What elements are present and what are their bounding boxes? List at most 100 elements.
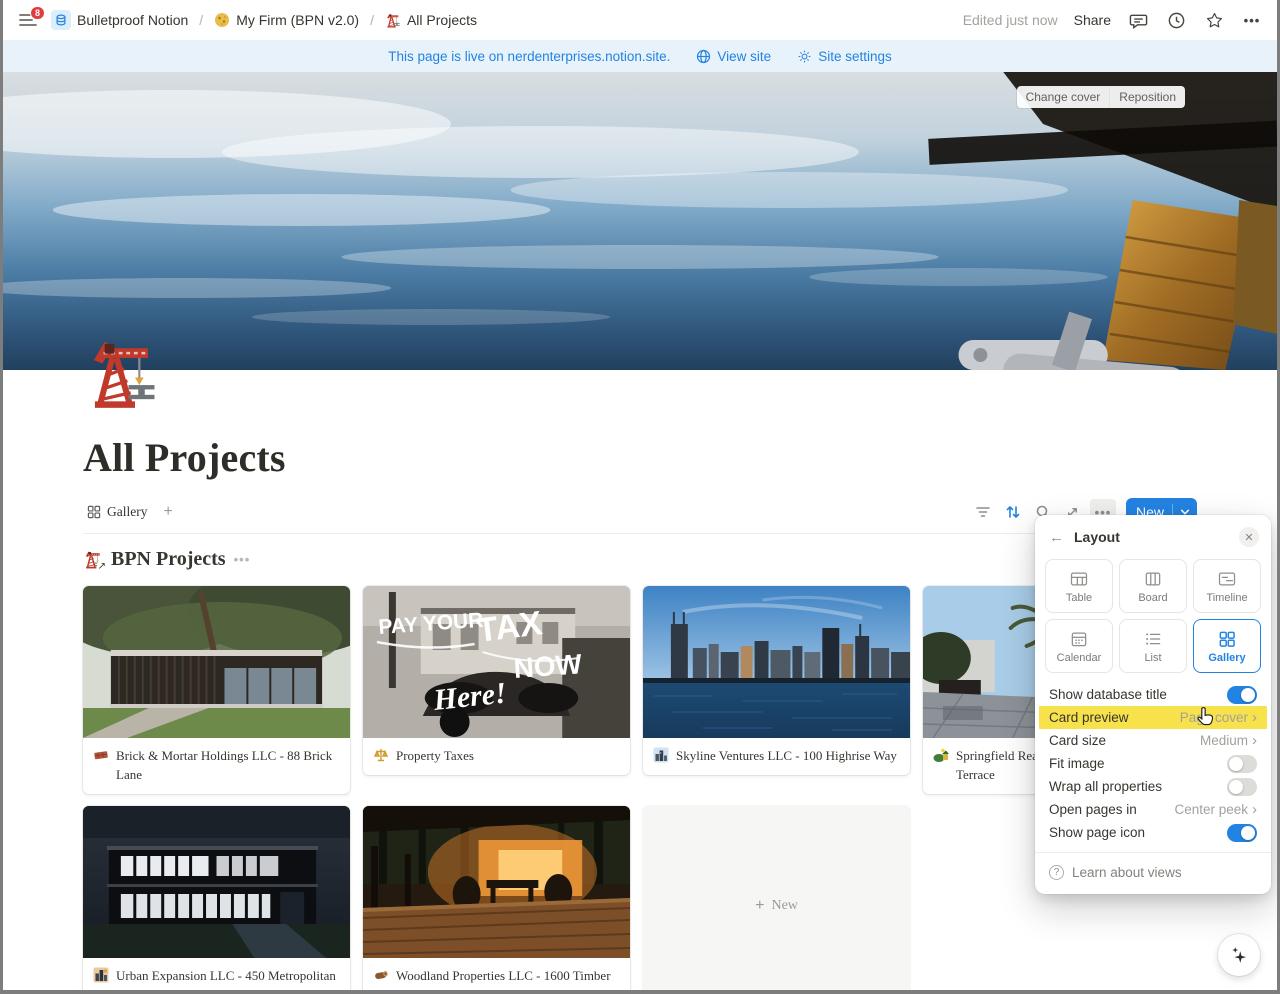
site-settings-label: Site settings: [818, 48, 892, 64]
gallery-card-woodland[interactable]: Woodland Properties LLC - 1600 Timber Cr…: [363, 806, 630, 990]
toggle-show-database-title-on[interactable]: [1227, 685, 1257, 704]
option-label: Wrap all properties: [1049, 779, 1163, 794]
reposition-button[interactable]: Reposition: [1109, 86, 1185, 108]
table-icon: [1070, 572, 1088, 585]
chevron-right-icon: ›: [1252, 732, 1257, 749]
edited-status: Edited just now: [962, 12, 1058, 28]
layout-option-table[interactable]: Table: [1045, 559, 1113, 613]
scales-icon: [373, 749, 389, 762]
option-fit-image[interactable]: Fit image: [1035, 752, 1271, 775]
breadcrumb-item-workspace[interactable]: Bulletproof Notion: [47, 8, 192, 32]
layout-option-timeline[interactable]: Timeline: [1193, 559, 1261, 613]
collection-toolbar: Gallery + ••• New: [83, 497, 1197, 527]
cover-buttons: Change cover Reposition: [1016, 86, 1185, 108]
breadcrumb-item-my-firm[interactable]: My Firm (BPN v2.0): [210, 10, 363, 30]
breadcrumb-label: All Projects: [406, 12, 477, 28]
back-button[interactable]: ←: [1049, 530, 1064, 545]
close-button[interactable]: ✕: [1239, 527, 1259, 547]
card-caption: Skyline Ventures LLC - 100 Highrise Way: [643, 738, 910, 775]
gallery-card-skyline-ventures[interactable]: Skyline Ventures LLC - 100 Highrise Way: [643, 586, 910, 775]
site-settings-button[interactable]: Site settings: [797, 49, 892, 64]
tab-gallery-view[interactable]: Gallery: [83, 501, 151, 523]
add-view-button[interactable]: +: [159, 503, 176, 521]
timeline-icon: [1218, 572, 1236, 585]
layout-option-label: Calendar: [1056, 651, 1102, 664]
layout-option-gallery-selected[interactable]: Gallery: [1193, 619, 1261, 673]
option-label: Card preview: [1049, 710, 1129, 725]
collection-more-button[interactable]: •••: [234, 552, 251, 567]
layout-option-list[interactable]: List: [1119, 619, 1187, 673]
breadcrumb-separator: /: [370, 12, 374, 28]
card-title: Brick & Mortar Holdings LLC - 88 Brick L…: [116, 748, 333, 782]
notion-ai-button[interactable]: [1218, 934, 1260, 976]
comments-button[interactable]: [1127, 9, 1149, 31]
option-value: Page cover: [1179, 710, 1248, 725]
page-icon-crane[interactable]: [83, 332, 161, 410]
option-label: Card size: [1049, 733, 1107, 748]
crane-icon: [385, 12, 401, 28]
gallery-card-property-taxes[interactable]: PAY YOUR TAX NOW Here! Property Taxes: [363, 586, 630, 775]
tax-sign-line3: NOW: [513, 648, 584, 684]
breadcrumb-item-all-projects[interactable]: All Projects: [381, 10, 481, 30]
view-tab-label: Gallery: [107, 504, 148, 519]
gallery-card-urban-expansion[interactable]: Urban Expansion LLC - 450 Metropolitan B…: [83, 806, 350, 990]
card-cover-city-skyline: [643, 586, 910, 738]
change-cover-button[interactable]: Change cover: [1017, 86, 1110, 108]
site-live-banner: This page is live on nerdenterprises.not…: [3, 40, 1277, 72]
toggle-fit-image-off[interactable]: [1227, 754, 1257, 773]
card-cover-cabin-porch: [363, 806, 630, 958]
card-title: Urban Expansion LLC - 450 Metropolitan B…: [116, 968, 336, 990]
notion-app-window: 8 Bulletproof Notion / My Firm (BPN v2.0…: [0, 0, 1280, 994]
brick-icon: [94, 751, 108, 760]
topbar: 8 Bulletproof Notion / My Firm (BPN v2.0…: [3, 0, 1277, 40]
question-icon: ?: [1049, 865, 1064, 880]
new-card-label: New: [771, 898, 798, 913]
option-card-size[interactable]: Card size Medium ›: [1035, 729, 1271, 752]
card-cover-night-house: [83, 806, 350, 958]
option-wrap-all-properties[interactable]: Wrap all properties: [1035, 775, 1271, 798]
option-label: Fit image: [1049, 756, 1105, 771]
layout-option-label: Timeline: [1206, 591, 1248, 604]
comment-icon: [1129, 14, 1147, 29]
house-garden-icon: [933, 748, 949, 762]
card-title: Skyline Ventures LLC - 100 Highrise Way: [676, 748, 897, 763]
page-cover[interactable]: Change cover Reposition: [3, 72, 1277, 370]
toggle-show-page-icon-on[interactable]: [1227, 823, 1257, 842]
option-card-preview-highlighted[interactable]: Card preview Page cover ›: [1039, 706, 1267, 729]
filter-button[interactable]: [970, 499, 996, 525]
board-icon: [1145, 572, 1161, 585]
toggle-wrap-properties-off[interactable]: [1227, 777, 1257, 796]
more-button[interactable]: •••: [1241, 9, 1263, 31]
option-show-database-title[interactable]: Show database title: [1035, 683, 1271, 706]
breadcrumb-separator: /: [199, 12, 204, 28]
gallery-new-card-button[interactable]: + New: [643, 806, 910, 990]
updates-button[interactable]: [1165, 9, 1187, 31]
gear-icon: [798, 50, 811, 62]
learn-label: Learn about views: [1072, 865, 1182, 880]
card-title: Property Taxes: [396, 748, 474, 763]
learn-about-views-link[interactable]: ? Learn about views: [1035, 861, 1271, 884]
favorite-button[interactable]: [1203, 9, 1225, 31]
list-icon: [1146, 632, 1161, 645]
collection-header: ↗ BPN Projects •••: [83, 544, 1197, 574]
option-label: Open pages in: [1049, 802, 1137, 817]
sidebar-toggle-button[interactable]: 8: [15, 6, 45, 31]
share-button[interactable]: Share: [1074, 12, 1111, 28]
layout-option-calendar[interactable]: Calendar: [1045, 619, 1113, 673]
workspace-icon: [51, 10, 71, 30]
option-show-page-icon[interactable]: Show page icon: [1035, 821, 1271, 844]
layout-view-options: Table Board Timeline Calendar List Galle…: [1035, 553, 1271, 683]
panel-divider: [1035, 852, 1271, 853]
card-cover-modern-house: [83, 586, 350, 738]
option-value: Medium: [1199, 733, 1248, 748]
option-open-pages-in[interactable]: Open pages in Center peek ›: [1035, 798, 1271, 821]
view-site-button[interactable]: View site: [696, 49, 771, 64]
card-title: Woodland Properties LLC - 1600 Timber Cr…: [396, 968, 611, 990]
card-caption: Brick & Mortar Holdings LLC - 88 Brick L…: [83, 738, 350, 794]
gallery-icon: [1219, 631, 1235, 647]
layout-option-board[interactable]: Board: [1119, 559, 1187, 613]
notification-badge: 8: [30, 6, 45, 20]
sort-button[interactable]: [1000, 499, 1026, 525]
gallery-card-brick-mortar[interactable]: Brick & Mortar Holdings LLC - 88 Brick L…: [83, 586, 350, 794]
card-cover-tax-sign: PAY YOUR TAX NOW Here!: [363, 586, 630, 738]
